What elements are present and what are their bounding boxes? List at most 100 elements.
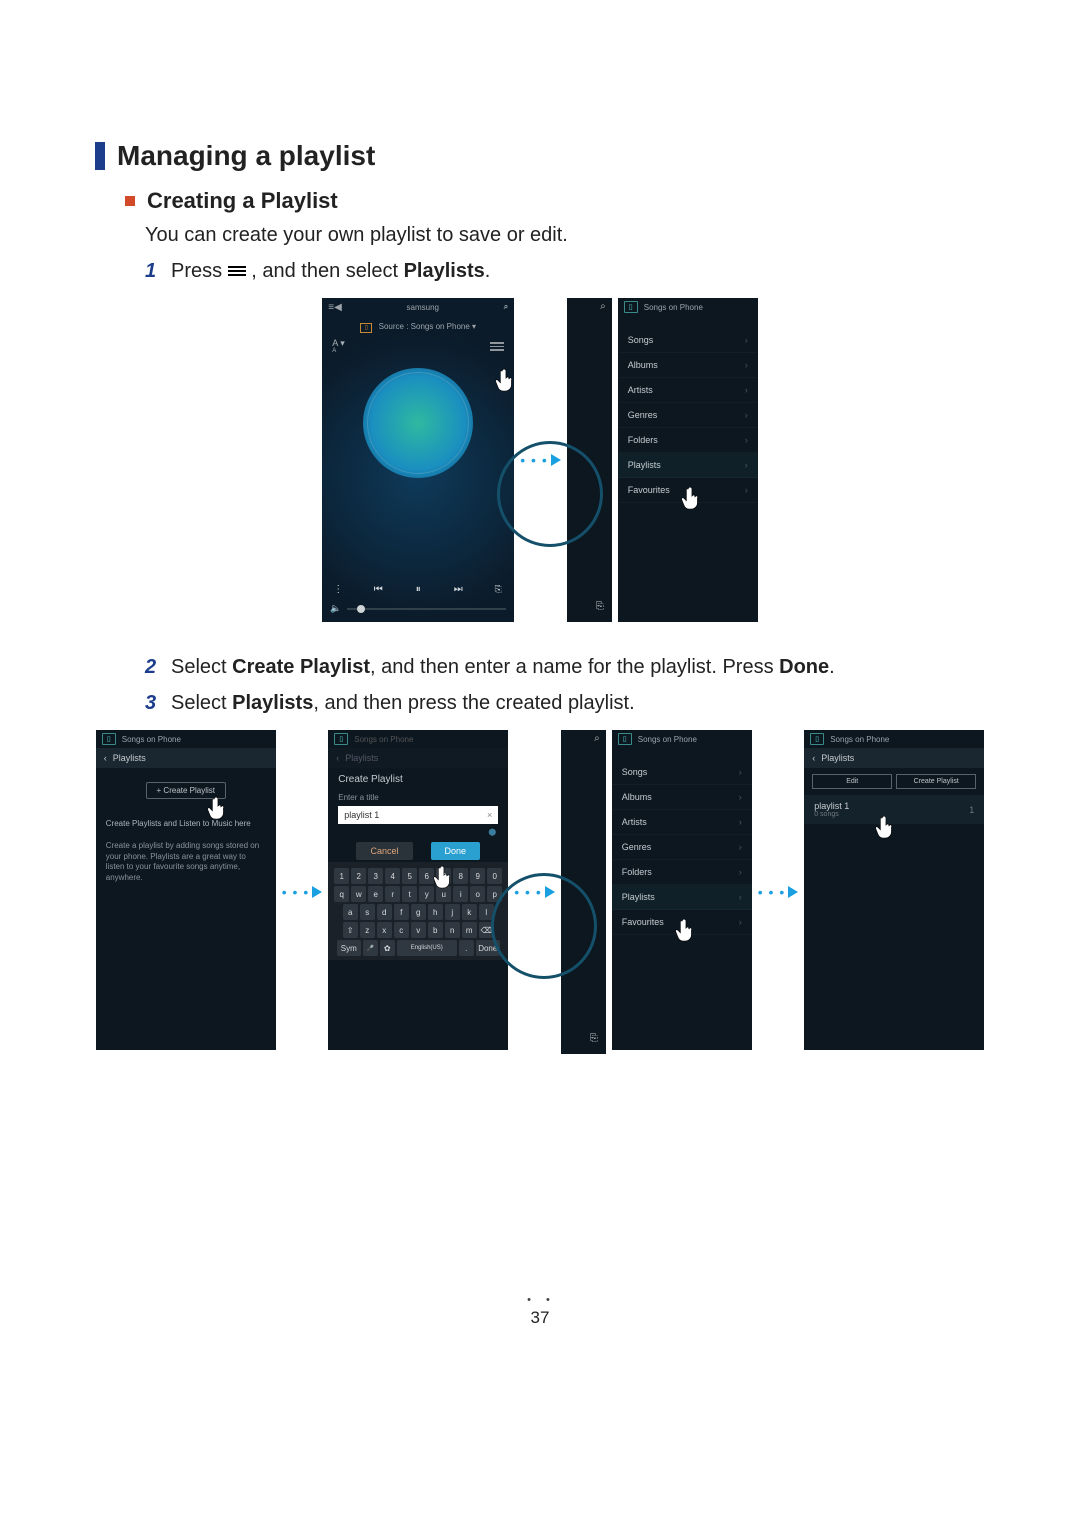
menu-title: Songs on Phone xyxy=(638,735,697,744)
key[interactable]: v xyxy=(411,922,426,938)
key[interactable]: z xyxy=(360,922,375,938)
breadcrumb[interactable]: ‹Playlists xyxy=(804,748,984,768)
menu-item-albums[interactable]: Albums› xyxy=(612,785,752,810)
dialog-title: Create Playlist xyxy=(328,768,508,785)
edit-button[interactable]: Edit xyxy=(812,774,892,789)
menu-item-genres[interactable]: Genres› xyxy=(618,403,758,428)
screenshot-player: ≡◀ samsung ⌕ ▯ Source : Songs on Phone ▾… xyxy=(322,298,514,622)
key[interactable]: n xyxy=(445,922,460,938)
key[interactable]: 3 xyxy=(368,868,383,884)
key[interactable]: g xyxy=(411,904,426,920)
search-icon[interactable]: ⌕ xyxy=(504,302,508,312)
key[interactable]: k xyxy=(462,904,477,920)
document-page: Managing a playlist Creating a Playlist … xyxy=(0,0,1080,1388)
menu-item-artists[interactable]: Artists› xyxy=(612,810,752,835)
menu-item-favourites[interactable]: Favourites› xyxy=(618,478,758,503)
menu-item-albums[interactable]: Albums› xyxy=(618,353,758,378)
search-icon[interactable]: ⌕ xyxy=(594,733,600,744)
keyboard-row-4: ⇧zxcvbnm⌫ xyxy=(330,922,506,938)
key[interactable]: 8 xyxy=(453,868,468,884)
menu-item-folders[interactable]: Folders› xyxy=(612,860,752,885)
menu-list: Songs› Albums› Artists› Genres› Folders›… xyxy=(618,328,758,503)
key[interactable]: r xyxy=(385,886,400,902)
key[interactable]: e xyxy=(368,886,383,902)
settings-key[interactable]: ✿ xyxy=(380,940,395,956)
cast-icon[interactable]: ⎘ xyxy=(590,1033,598,1044)
cancel-button[interactable]: Cancel xyxy=(356,842,412,860)
more-icon[interactable]: ⋮ xyxy=(330,581,346,597)
key[interactable]: x xyxy=(377,922,392,938)
create-playlist-button[interactable]: Create Playlist xyxy=(896,774,976,789)
key[interactable]: f xyxy=(394,904,409,920)
key[interactable]: j xyxy=(445,904,460,920)
volume-slider[interactable] xyxy=(347,608,506,610)
empty-help-body: Create a playlist by adding songs stored… xyxy=(96,835,276,889)
header-title: Songs on Phone xyxy=(830,735,889,744)
done-button[interactable]: Done xyxy=(431,842,481,860)
next-icon[interactable]: ⏭ xyxy=(450,581,466,597)
key[interactable]: c xyxy=(394,922,409,938)
menu-item-genres[interactable]: Genres› xyxy=(612,835,752,860)
key[interactable]: b xyxy=(428,922,443,938)
intro-paragraph: You can create your own playlist to save… xyxy=(145,220,985,250)
key[interactable]: t xyxy=(402,886,417,902)
menu-item-favourites[interactable]: Favourites› xyxy=(612,910,752,935)
search-icon[interactable]: ⌕ xyxy=(600,301,606,312)
key[interactable]: 1 xyxy=(334,868,349,884)
key[interactable]: 9 xyxy=(470,868,485,884)
empty-help-heading: Create Playlists and Listen to Music her… xyxy=(96,813,276,835)
playlist-item[interactable]: playlist 1 0 songs 1 xyxy=(804,795,984,824)
key[interactable]: h xyxy=(428,904,443,920)
key[interactable]: i xyxy=(453,886,468,902)
key[interactable]: w xyxy=(351,886,366,902)
key[interactable]: a xyxy=(343,904,358,920)
key[interactable]: o xyxy=(470,886,485,902)
heading-1-row: Managing a playlist xyxy=(95,140,985,172)
key[interactable]: u xyxy=(436,886,451,902)
menu-item-folders[interactable]: Folders› xyxy=(618,428,758,453)
play-pause-icon[interactable]: ⏸ xyxy=(410,581,426,597)
cast-icon[interactable]: ⎘ xyxy=(596,601,604,612)
key[interactable]: q xyxy=(334,886,349,902)
char-count: ⬤ xyxy=(328,828,508,836)
volume-icon[interactable]: 🔈 xyxy=(330,603,341,614)
keyboard[interactable]: 1234567890 qwertyuiop asdfghjkl ⇧zxcvbnm… xyxy=(328,862,508,960)
key[interactable]: m xyxy=(462,922,477,938)
menu-item-songs[interactable]: Songs› xyxy=(612,760,752,785)
key[interactable]: y xyxy=(419,886,434,902)
keyboard-row-1: 1234567890 xyxy=(330,868,506,884)
alpha-index[interactable]: A ▾ A xyxy=(332,339,345,354)
key[interactable]: 5 xyxy=(402,868,417,884)
menu-item-playlists[interactable]: Playlists› xyxy=(618,453,758,478)
prev-icon[interactable]: ⏮ xyxy=(370,581,386,597)
sym-key[interactable]: Sym xyxy=(337,940,361,956)
key[interactable]: 2 xyxy=(351,868,366,884)
keyboard-row-5: Sym 🎤 ✿ English(US) . Done xyxy=(330,940,506,956)
cast-icon[interactable]: ⎘ xyxy=(490,581,506,597)
screenshot-playlists-list: ▯Songs on Phone ‹Playlists Edit Create P… xyxy=(804,730,984,1050)
disc-edge xyxy=(497,441,603,547)
menu-item-playlists[interactable]: Playlists› xyxy=(612,885,752,910)
speakers-icon: ≡◀ xyxy=(328,302,342,313)
menu-item-songs[interactable]: Songs› xyxy=(618,328,758,353)
mic-key[interactable]: 🎤 xyxy=(363,940,378,956)
clear-icon[interactable]: × xyxy=(487,810,492,820)
key[interactable]: 7 xyxy=(436,868,451,884)
menu-item-artists[interactable]: Artists› xyxy=(618,378,758,403)
key[interactable]: 0 xyxy=(487,868,502,884)
breadcrumb: ‹Playlists xyxy=(328,748,508,768)
playlist-name-input[interactable]: playlist 1 × xyxy=(338,806,498,824)
breadcrumb[interactable]: ‹Playlists xyxy=(96,748,276,768)
space-key[interactable]: English(US) xyxy=(397,940,457,956)
list-icon[interactable] xyxy=(490,342,504,351)
back-icon[interactable]: ‹ xyxy=(812,753,815,763)
dot-key[interactable]: . xyxy=(459,940,474,956)
key[interactable]: 4 xyxy=(385,868,400,884)
header-title: Songs on Phone xyxy=(122,735,181,744)
key[interactable]: 6 xyxy=(419,868,434,884)
key[interactable]: s xyxy=(360,904,375,920)
create-playlist-button[interactable]: + Create Playlist xyxy=(146,782,226,799)
back-icon[interactable]: ‹ xyxy=(104,753,107,763)
key[interactable]: d xyxy=(377,904,392,920)
shift-key[interactable]: ⇧ xyxy=(343,922,358,938)
